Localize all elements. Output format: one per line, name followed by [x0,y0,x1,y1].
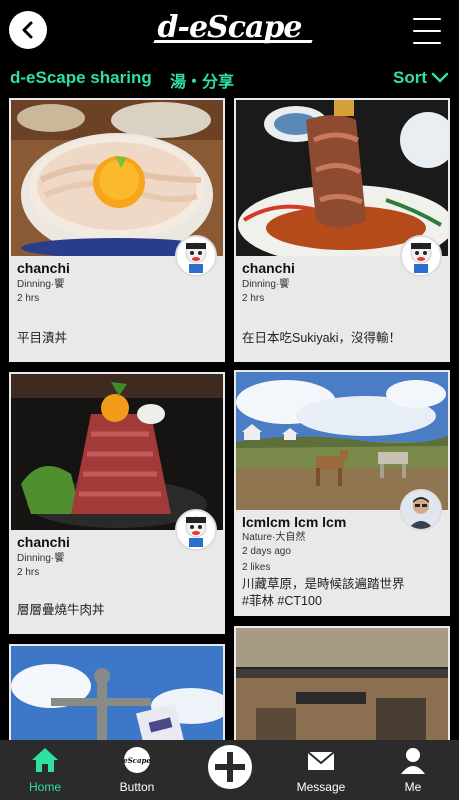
post-card[interactable]: lcmlcm lcm lcm Nature·大自然 2 days ago 2 l… [234,370,450,616]
post-username[interactable]: chanchi [17,534,70,550]
post-category: Dinning·饗 [17,553,65,564]
sort-label: Sort [393,68,427,87]
nav-button[interactable]: eScape Button [97,746,177,794]
post-card[interactable]: chanchi Dinning·饗 2 hrs 在日本吃Sukiyaki，沒得輸… [234,98,450,362]
post-username[interactable]: chanchi [17,260,70,276]
post-photo[interactable] [236,628,448,740]
chevron-down-icon [431,72,449,83]
post-card[interactable]: chanchi Dinning·饗 2 hrs 平目漬丼 [9,98,225,362]
post-category: Dinning·饗 [242,279,290,290]
post-username[interactable]: chanchi [242,260,295,276]
nav-me-label: Me [404,780,422,794]
sort-dropdown[interactable]: Sort [393,68,449,88]
post-photo[interactable] [11,100,223,256]
hamburger-menu-icon[interactable] [413,18,441,44]
user-avatar[interactable] [400,489,442,531]
user-icon [401,748,425,774]
post-caption: 平目漬丼 [17,331,68,345]
post-likes[interactable]: 2 likes [242,561,270,575]
post-card[interactable] [234,626,450,740]
user-avatar[interactable] [400,235,442,277]
svg-text:eScape: eScape [123,756,151,765]
nav-message-label: Message [296,780,346,794]
post-photo[interactable] [236,100,448,256]
post-caption: 川藏草原，是時候該遍踏世界 [242,577,405,591]
post-card[interactable]: chanchi Dinning·饗 2 hrs 層層疊燒牛肉丼 [9,372,225,634]
nav-button-label: Button [119,780,155,794]
post-time: 2 hrs [17,293,40,304]
post-time: 2 days ago [242,546,291,557]
post-caption: 在日本吃Sukiyaki，沒得輸！ [242,331,402,345]
section-header: d-eScape sharing 湯・分享 Sort [0,64,459,94]
plus-icon [215,752,245,782]
user-avatar[interactable] [175,509,217,551]
post-time: 2 hrs [242,293,265,304]
section-tag: 湯・分享 [170,74,235,91]
post-hashtags[interactable]: #菲林 #CT100 [242,593,322,610]
post-time: 2 hrs [17,567,40,578]
post-category: Nature·大自然 [242,532,306,543]
envelope-icon [307,751,335,770]
app-logo: d-eScape [0,10,459,45]
app-header: d-eScape [0,0,459,64]
post-feed[interactable]: chanchi Dinning·饗 2 hrs 平目漬丼 chanchi Din… [0,94,459,740]
post-card[interactable] [9,644,225,740]
post-category: Dinning·饗 [17,279,65,290]
home-icon [32,748,58,772]
nav-home-label: Home [28,780,61,794]
post-photo[interactable] [11,374,223,530]
nav-home[interactable]: Home [5,746,85,794]
escape-badge-icon: eScape [123,747,151,773]
user-avatar[interactable] [175,235,217,277]
post-username[interactable]: lcmlcm lcm lcm [242,514,346,530]
section-title: d-eScape sharing [10,68,152,87]
post-caption: 層層疊燒牛肉丼 [17,603,105,617]
nav-me[interactable]: Me [373,746,453,794]
add-post-button[interactable] [205,742,255,792]
nav-message[interactable]: Message [281,746,361,794]
post-photo[interactable] [11,646,223,740]
